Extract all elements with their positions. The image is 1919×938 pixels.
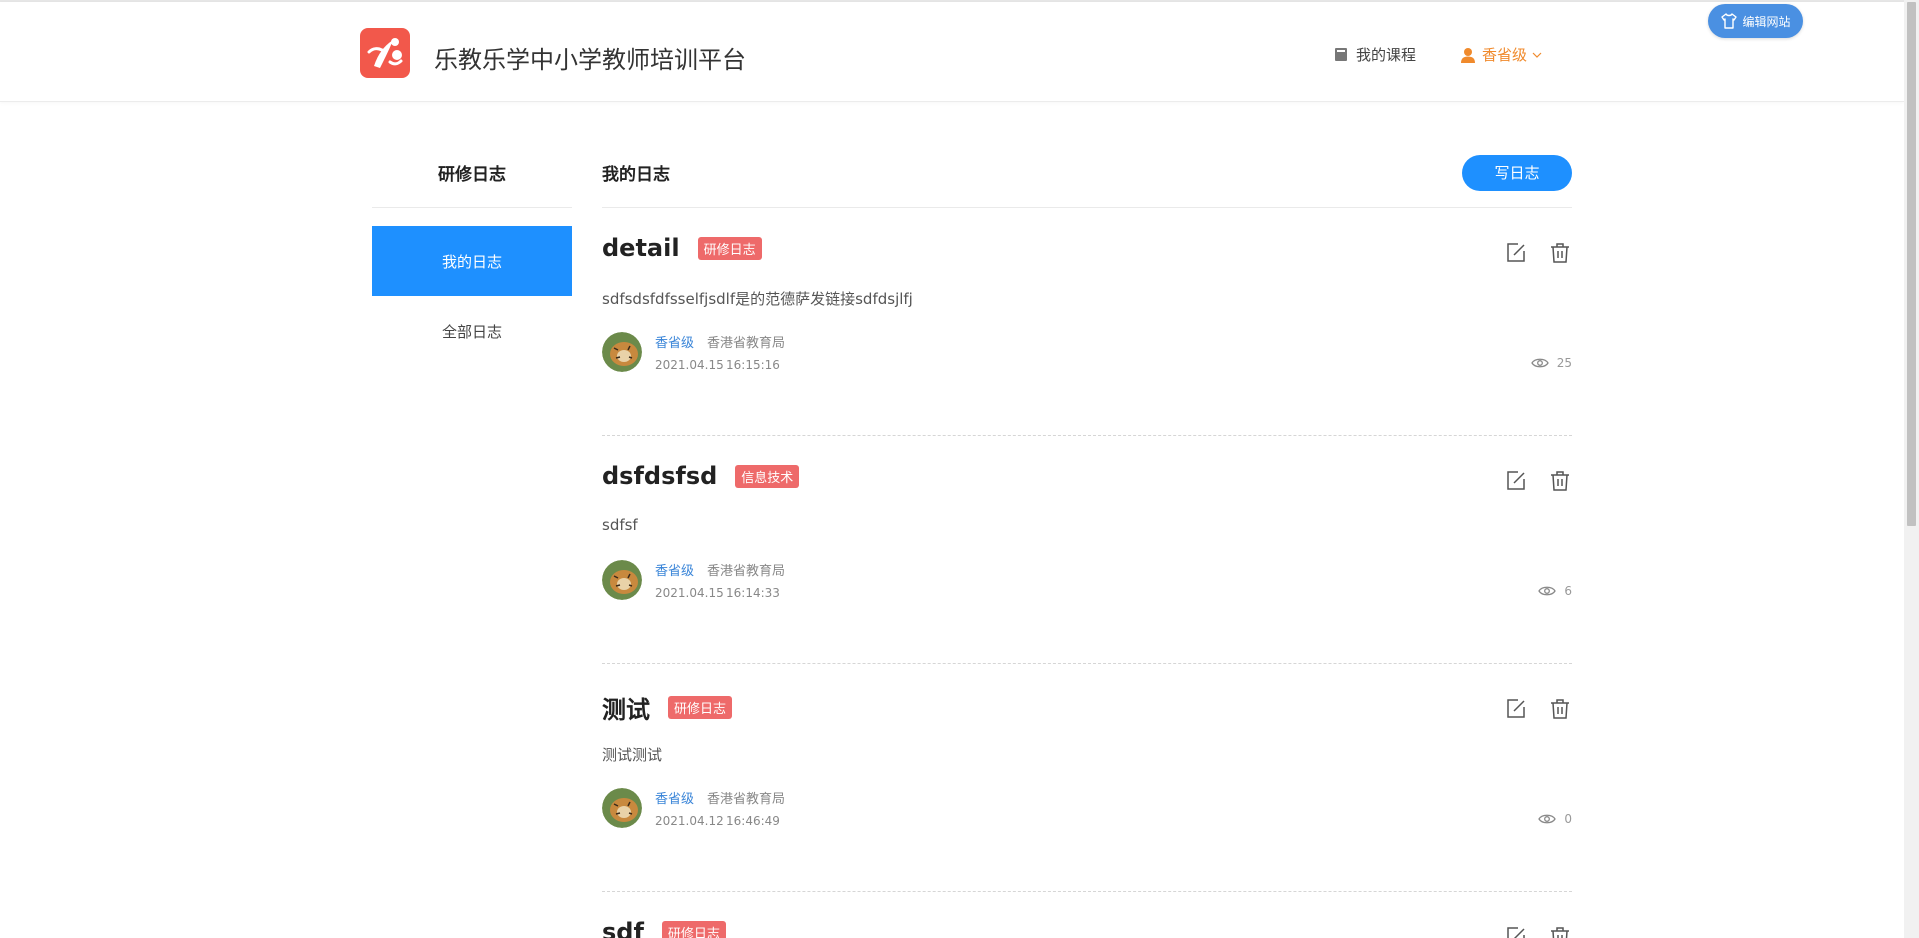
edit-icon[interactable] (1505, 470, 1527, 492)
view-count-value: 25 (1556, 356, 1572, 370)
view-count: 6 (1538, 584, 1572, 598)
category-tag: 研修日志 (697, 236, 762, 260)
main-content: 我的日志 写日志 detail 研修日志 sdfsdsfdfsselfjsdlf… (602, 138, 1572, 938)
author-name[interactable]: 香省级 (655, 332, 694, 351)
author-org: 香港省教育局 (707, 792, 786, 807)
category-tag: 研修日志 (661, 920, 726, 938)
user-name: 香省级 (1482, 46, 1528, 64)
category-tag: 信息技术 (735, 464, 800, 488)
log-excerpt: sdfsf (602, 516, 638, 534)
main-header: 我的日志 写日志 (602, 138, 1572, 208)
view-count-value: 6 (1564, 584, 1572, 598)
eye-icon (1538, 586, 1557, 596)
trash-icon[interactable] (1550, 470, 1570, 492)
view-count-value: 0 (1564, 812, 1572, 826)
log-entry: detail 研修日志 sdfsdsfdfsselfjsdlf是的范德萨发链接s… (602, 208, 1572, 436)
log-entry: sdf 研修日志 (602, 892, 1572, 938)
log-title[interactable]: dsfdsfsd (602, 462, 717, 490)
user-icon (1461, 47, 1475, 63)
log-title[interactable]: 测试 (602, 690, 650, 725)
log-time: 16:14:33 (726, 586, 780, 600)
page-title: 我的日志 (602, 165, 670, 185)
log-entry-title-row: 测试 研修日志 (602, 690, 733, 725)
avatar (602, 788, 642, 828)
log-title[interactable]: detail (602, 234, 680, 262)
log-entry: dsfdsfsd 信息技术 sdfsf 香省级 香港省教育局 2021.04.1… (602, 436, 1572, 664)
sidebar-title: 研修日志 (372, 138, 572, 208)
write-log-button[interactable]: 写日志 (1462, 154, 1572, 191)
eye-icon (1538, 814, 1557, 824)
author-org: 香港省教育局 (707, 336, 786, 351)
site-title: 乐教乐学中小学教师培训平台 (434, 46, 746, 74)
nav-my-courses-label: 我的课程 (1356, 46, 1417, 64)
avatar (602, 560, 642, 600)
edit-icon[interactable] (1505, 926, 1527, 938)
user-menu[interactable]: 香省级 (1460, 44, 1542, 65)
book-icon (1335, 48, 1347, 61)
author-name[interactable]: 香省级 (655, 560, 694, 579)
log-excerpt: sdfsdsfdfsselfjsdlf是的范德萨发链接sdfdsjlfj (602, 290, 913, 308)
sidebar-item-all-logs[interactable]: 全部日志 (372, 296, 572, 366)
log-date: 2021.04.12 (655, 814, 724, 828)
view-count: 0 (1538, 812, 1572, 826)
site-header: 乐教乐学中小学教师培训平台 我的课程 香省级 (0, 2, 1904, 102)
category-tag: 研修日志 (668, 696, 733, 719)
avatar (602, 332, 642, 372)
author-org: 香港省教育局 (707, 564, 786, 579)
eye-icon (1530, 358, 1549, 368)
log-time: 16:15:16 (726, 358, 780, 372)
log-time: 16:46:49 (726, 814, 780, 828)
trash-icon[interactable] (1550, 698, 1570, 720)
log-entry: 测试 研修日志 测试测试 香省级 香港省教育局 2021.04.12 16:46… (602, 664, 1572, 892)
sidebar: 研修日志 我的日志 全部日志 (372, 138, 572, 366)
scrollbar-thumb[interactable] (1907, 2, 1916, 526)
shirt-icon (1721, 13, 1738, 29)
log-date: 2021.04.15 (655, 358, 724, 372)
log-date: 2021.04.15 (655, 586, 724, 600)
log-excerpt: 测试测试 (602, 746, 663, 764)
edit-icon[interactable] (1505, 242, 1527, 264)
nav-my-courses[interactable]: 我的课程 (1334, 44, 1416, 65)
log-entry-title-row: sdf 研修日志 (602, 918, 726, 938)
log-entry-title-row: dsfdsfsd 信息技术 (602, 462, 800, 490)
log-entry-title-row: detail 研修日志 (602, 234, 762, 262)
trash-icon[interactable] (1550, 926, 1570, 938)
page-scrollbar[interactable] (1904, 0, 1919, 938)
edit-icon[interactable] (1505, 698, 1527, 720)
trash-icon[interactable] (1550, 242, 1570, 264)
author-name[interactable]: 香省级 (655, 788, 694, 807)
edit-site-button[interactable]: 编辑网站 (1708, 4, 1803, 38)
view-count: 25 (1530, 356, 1572, 370)
chevron-down-icon (1532, 52, 1542, 58)
log-title[interactable]: sdf (602, 918, 644, 938)
sidebar-item-my-logs[interactable]: 我的日志 (372, 226, 572, 296)
logo-icon[interactable] (360, 28, 410, 78)
edit-site-label: 编辑网站 (1742, 14, 1791, 29)
